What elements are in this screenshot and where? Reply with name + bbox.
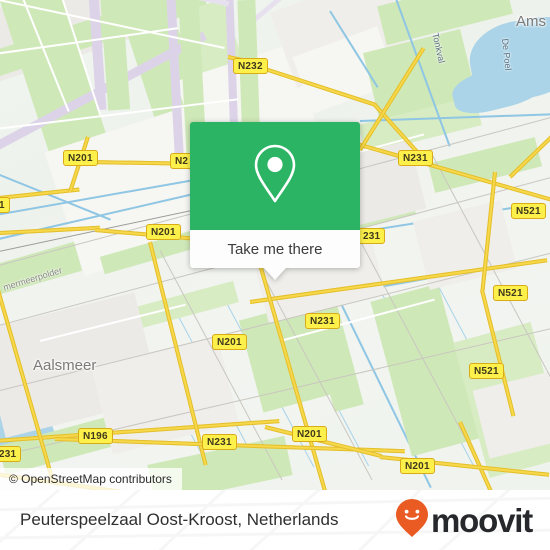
- road-shield[interactable]: N196: [78, 428, 113, 444]
- road-shield[interactable]: N231: [398, 150, 433, 166]
- moovit-wordmark: moovit: [431, 501, 533, 539]
- popup-tail: [264, 268, 286, 280]
- road-shield[interactable]: N521: [493, 285, 528, 301]
- road-shield[interactable]: N521: [469, 363, 504, 379]
- take-me-there-label: Take me there: [227, 240, 323, 258]
- road-shield[interactable]: 1: [0, 197, 10, 213]
- road-shield[interactable]: N201: [146, 224, 181, 240]
- footer-bar: Peuterspeelzaal Oost-Kroost, Netherlands…: [0, 490, 550, 550]
- place-label-aalsmeer: Aalsmeer: [33, 357, 97, 374]
- road-shield[interactable]: N521: [511, 203, 546, 219]
- road-shield[interactable]: N231: [202, 434, 237, 450]
- road-shield[interactable]: N201: [63, 150, 98, 166]
- road-shield[interactable]: 231: [0, 446, 22, 462]
- location-popup[interactable]: Take me there: [190, 122, 360, 280]
- moovit-logo[interactable]: moovit: [395, 498, 533, 543]
- attribution-text: © OpenStreetMap contributors: [9, 472, 172, 486]
- popup-header: [190, 122, 360, 230]
- map-attribution[interactable]: © OpenStreetMap contributors: [0, 468, 182, 490]
- map-screenshot: N232 N201 N201 N231 N521 N521 N231 N201 …: [0, 0, 550, 550]
- popup-footer[interactable]: Take me there: [190, 230, 360, 268]
- road-shield[interactable]: N201: [212, 334, 247, 350]
- map-canvas[interactable]: N232 N201 N201 N231 N521 N521 N231 N201 …: [0, 0, 550, 490]
- map-pin-icon: [252, 143, 298, 210]
- road-shield[interactable]: 231: [358, 228, 386, 244]
- location-title: Peuterspeelzaal Oost-Kroost, Netherlands: [20, 510, 339, 529]
- moovit-smiley-pin-icon: [395, 498, 429, 543]
- road-shield[interactable]: N201: [400, 458, 435, 474]
- road-shield[interactable]: N232: [233, 58, 268, 74]
- road-shield[interactable]: N231: [305, 313, 340, 329]
- road-shield[interactable]: N201: [292, 426, 327, 442]
- place-label-amstelveen: Ams: [516, 13, 546, 30]
